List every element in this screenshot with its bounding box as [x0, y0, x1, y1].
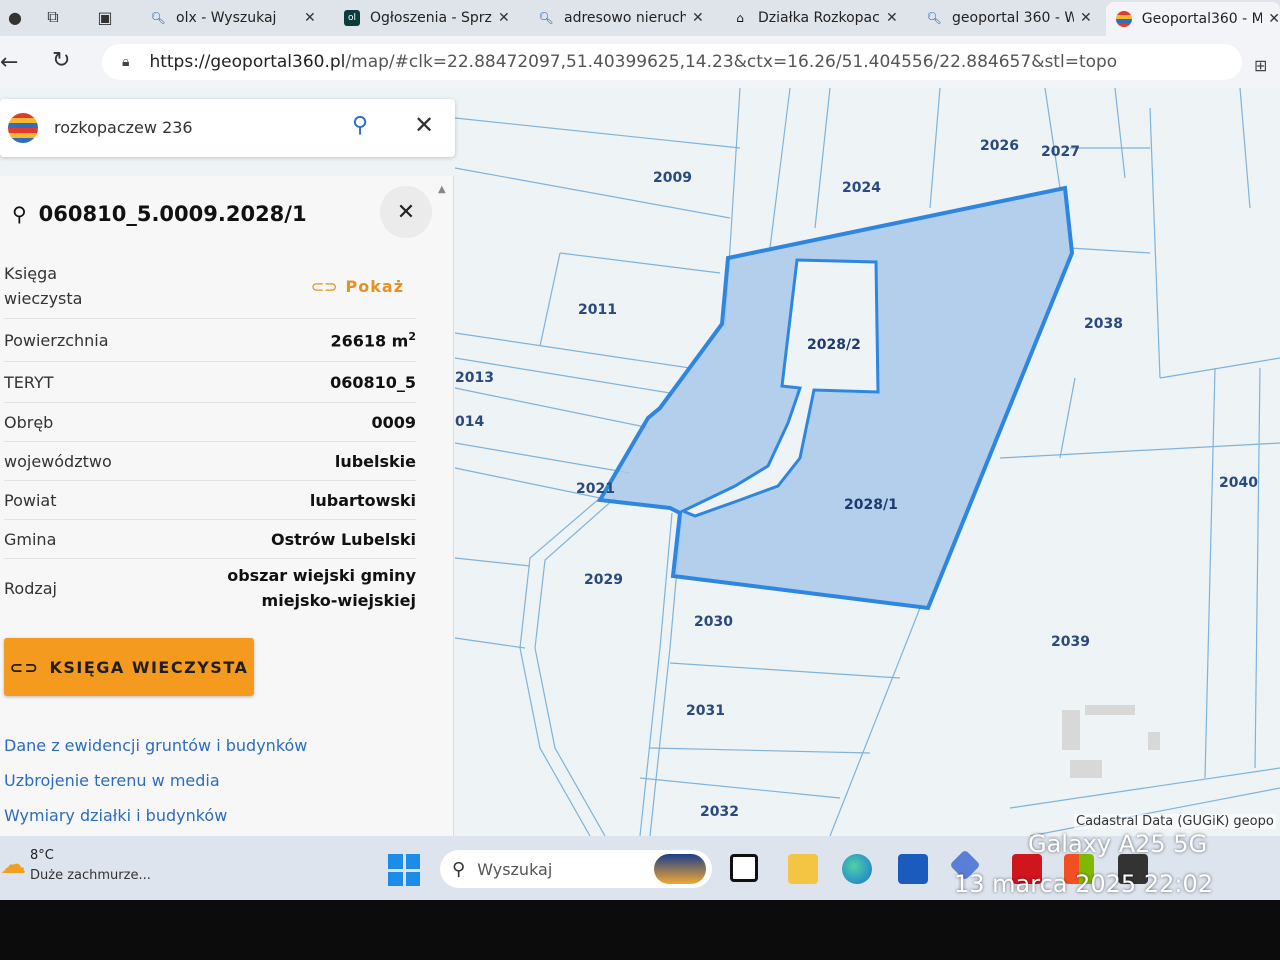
task-view-icon[interactable] — [730, 854, 758, 882]
plot-label[interactable]: 2030 — [694, 614, 733, 630]
search-icon: 🔍︎ — [926, 11, 942, 25]
reload-icon[interactable]: ↻ — [52, 48, 70, 73]
url-text[interactable]: https://geoportal360.pl/map/#clk=22.8847… — [149, 52, 1117, 72]
paperclip-icon: ⊂⊃ — [9, 657, 40, 677]
parcel-id: 060810_5.0009.2028/1 — [38, 202, 307, 226]
store-icon[interactable] — [898, 854, 928, 884]
close-icon[interactable]: ✕ — [886, 10, 898, 26]
search-icon: 🔍︎ — [150, 11, 166, 25]
ksiega-link[interactable]: ⊂⊃ Pokaż — [311, 277, 404, 296]
tab-olx-search[interactable]: 🔍︎ olx - Wyszukaj ✕ — [140, 3, 316, 33]
tab-geoportal-search[interactable]: 🔍︎ geoportal 360 - W ✕ — [916, 3, 1092, 33]
search-icon: 🔍︎ — [538, 11, 554, 25]
camera-watermark-date: 13 marca 2025 22:02 — [954, 870, 1213, 898]
plot-label[interactable]: 2021 — [576, 481, 615, 497]
address-bar[interactable]: 🔒︎ https://geoportal360.pl/map/#clk=22.8… — [102, 44, 1242, 80]
close-icon[interactable]: ✕ — [304, 10, 316, 26]
address-bar-row: ← ↻ 🔒︎ https://geoportal360.pl/map/#clk=… — [0, 36, 1280, 89]
row-powiat: Powiat lubartowski — [4, 481, 416, 520]
close-icon[interactable]: ✕ — [414, 111, 434, 139]
row-powierzchnia: Powierzchnia 26618 m2 — [4, 319, 416, 362]
close-icon[interactable]: ✕ — [1080, 10, 1092, 26]
plot-label[interactable]: 2011 — [578, 302, 617, 318]
plot-label[interactable]: 014 — [455, 414, 484, 430]
tab-dzialka[interactable]: ⌂ Działka Rozkopac ✕ — [722, 3, 898, 33]
scroll-up-icon[interactable]: ▲ — [438, 184, 446, 195]
olx-icon: ol — [344, 10, 360, 26]
close-icon[interactable]: ✕ — [1268, 11, 1280, 27]
close-icon: ✕ — [396, 199, 416, 225]
file-explorer-icon[interactable] — [788, 854, 818, 884]
plot-label[interactable]: 2032 — [700, 804, 739, 820]
lock-icon: 🔒︎ — [122, 54, 130, 70]
tab-geoportal360[interactable]: Geoportal360 - M ✕ — [1106, 2, 1280, 36]
plot-label[interactable]: 2024 — [842, 180, 881, 196]
plot-label[interactable]: 2039 — [1051, 634, 1090, 650]
parcel-info-panel: ▲ ⚲ 060810_5.0009.2028/1 ✕ Księga wieczy… — [0, 176, 454, 836]
search-highlight-icon — [654, 854, 706, 884]
plot-label[interactable]: 2031 — [686, 703, 725, 719]
workspaces-icon[interactable]: ⧉ — [42, 6, 64, 28]
plot-label[interactable]: 2026 — [980, 138, 1019, 154]
tab-actions-icon[interactable]: ▣ — [94, 6, 116, 28]
row-rodzaj: Rodzaj obszar wiejski gminy miejsko-wiej… — [4, 566, 416, 610]
search-icon: ⚲ — [12, 202, 27, 226]
weather-description[interactable]: Duże zachmurze... — [30, 868, 151, 883]
tab-adresowo[interactable]: 🔍︎ adresowo nieruch ✕ — [528, 3, 704, 33]
row-gmina: Gmina Ostrów Lubelski — [4, 520, 416, 559]
split-screen-icon[interactable]: ⊞ — [1254, 56, 1267, 75]
plot-label[interactable]: 2013 — [455, 370, 494, 386]
paperclip-icon: ⊂⊃ — [310, 276, 338, 296]
tab-olx-ads[interactable]: ol Ogłoszenia - Sprz ✕ — [334, 3, 510, 33]
row-ksiega: Księga wieczysta ⊂⊃ Pokaż — [4, 254, 416, 319]
edge-browser-icon[interactable] — [842, 854, 872, 884]
search-icon: ⚲ — [452, 858, 466, 880]
taskbar-search[interactable]: ⚲ Wyszukaj — [440, 850, 712, 888]
map-attribution[interactable]: Cadastral Data (GUGiK) geopo — [1074, 814, 1276, 829]
map-search-box[interactable]: rozkopaczew 236 ⚲ ✕ — [0, 99, 455, 157]
link-uzbrojenie[interactable]: Uzbrojenie terenu w media — [4, 771, 220, 790]
plot-label[interactable]: 2040 — [1219, 475, 1258, 491]
cloud-sun-icon[interactable]: ☁ — [0, 850, 26, 880]
row-wojewodztwo: województwo lubelskie — [4, 442, 416, 481]
screen-bezel — [0, 900, 1280, 960]
camera-watermark-model: Galaxy A25 5G — [1028, 830, 1208, 858]
back-arrow-icon[interactable]: ← — [0, 50, 18, 75]
plot-label[interactable]: 2009 — [653, 170, 692, 186]
browser-tab-bar: ● ⧉ ▣ 🔍︎ olx - Wyszukaj ✕ ol Ogłoszenia … — [0, 0, 1280, 36]
search-icon[interactable]: ⚲ — [352, 113, 368, 138]
plot-label[interactable]: 2029 — [584, 572, 623, 588]
link-ewidencja[interactable]: Dane z ewidencji gruntów i budynków — [4, 736, 307, 755]
geoportal-logo-icon[interactable] — [8, 113, 38, 143]
link-wymiary[interactable]: Wymiary działki i budynków — [4, 806, 227, 825]
geoportal-icon — [1116, 11, 1132, 27]
row-obreb: Obręb 0009 — [4, 403, 416, 442]
house-icon: ⌂ — [736, 11, 744, 25]
parcel-header: ⚲ 060810_5.0009.2028/1 — [12, 202, 307, 226]
plot-label-2028-1[interactable]: 2028/1 — [844, 497, 898, 513]
row-teryt: TERYT 060810_5 — [4, 362, 416, 403]
weather-temperature[interactable]: 8°C — [30, 848, 54, 863]
plot-label[interactable]: 2038 — [1084, 316, 1123, 332]
close-icon[interactable]: ✕ — [498, 10, 510, 26]
search-input[interactable]: rozkopaczew 236 — [54, 118, 193, 137]
close-icon[interactable]: ✕ — [692, 10, 704, 26]
plot-label-2028-2[interactable]: 2028/2 — [807, 337, 861, 353]
parcel-2028-1-outline — [596, 185, 1075, 611]
area-value: 26618 m2 — [330, 329, 416, 351]
panel-close-button[interactable]: ✕ — [380, 186, 432, 238]
ksiega-wieczysta-button[interactable]: ⊂⊃ KSIĘGA WIECZYSTA — [4, 638, 254, 696]
windows-start-icon[interactable] — [388, 854, 420, 886]
profile-icon[interactable]: ● — [4, 6, 26, 28]
plot-label[interactable]: 2027 — [1041, 144, 1080, 160]
